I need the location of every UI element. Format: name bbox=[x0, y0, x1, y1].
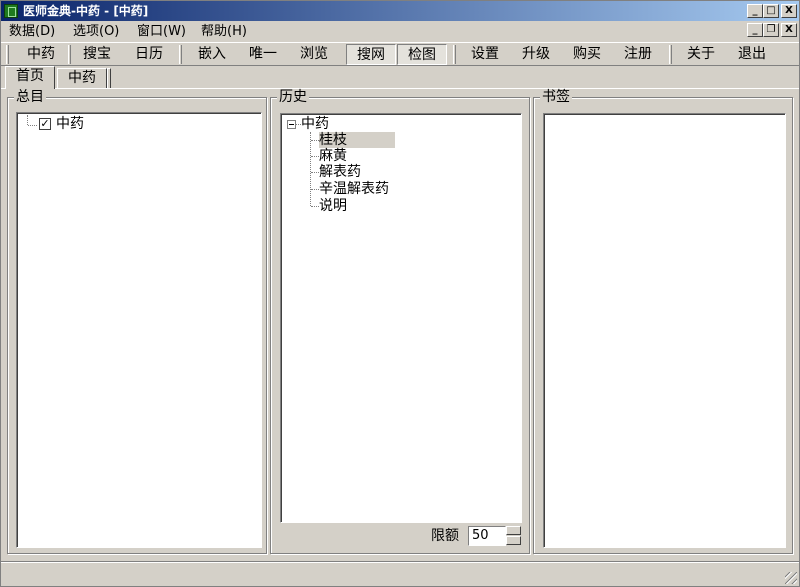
toolbar-grip[interactable] bbox=[453, 45, 456, 64]
history-item[interactable]: 解表药 bbox=[319, 164, 361, 180]
menu-data[interactable]: 数据(D) bbox=[9, 23, 55, 41]
spin-up-icon[interactable] bbox=[506, 526, 521, 535]
toolbar-grip[interactable] bbox=[179, 45, 182, 64]
tree-line bbox=[311, 206, 319, 207]
history-item[interactable]: 桂枝 bbox=[319, 132, 395, 148]
spin-down-icon[interactable] bbox=[506, 536, 521, 545]
toolbar-grip[interactable] bbox=[669, 45, 672, 64]
resize-grip-icon[interactable] bbox=[785, 572, 797, 584]
catalog-panel: 总目 ✓ 中药 bbox=[7, 89, 267, 554]
app-icon[interactable] bbox=[4, 4, 18, 18]
tree-line bbox=[310, 132, 311, 206]
title-bar[interactable]: 医师金典-中药 - [中药] _ □ X bbox=[1, 1, 799, 21]
bookmarks-list[interactable] bbox=[543, 113, 786, 548]
history-limit-label: 限额 bbox=[431, 528, 459, 544]
menu-options[interactable]: 选项(O) bbox=[73, 23, 119, 41]
history-item[interactable]: 说明 bbox=[319, 198, 347, 214]
tool-exit-button[interactable]: 退出 bbox=[730, 44, 774, 65]
history-root-label[interactable]: 中药 bbox=[301, 116, 329, 132]
bookmarks-panel: 书签 bbox=[533, 89, 793, 554]
tree-line bbox=[311, 189, 319, 190]
mdi-close-button[interactable]: X bbox=[781, 23, 797, 37]
catalog-tree[interactable]: ✓ 中药 bbox=[16, 112, 262, 548]
tool-about-button[interactable]: 关于 bbox=[679, 44, 723, 65]
tool-search-treasure-button[interactable]: 搜宝 bbox=[75, 44, 119, 65]
tool-embed-button[interactable]: 嵌入 bbox=[190, 44, 234, 65]
tree-line bbox=[311, 140, 319, 141]
history-panel: 历史 中药 桂枝 麻黄 解表药 辛温解表药 说明 限额 50 bbox=[270, 89, 530, 554]
catalog-panel-title: 总目 bbox=[14, 89, 46, 105]
tree-line bbox=[311, 172, 319, 173]
minimize-button[interactable]: _ bbox=[747, 4, 763, 18]
menu-window[interactable]: 窗口(W) bbox=[137, 23, 186, 41]
history-tree[interactable]: 中药 桂枝 麻黄 解表药 辛温解表药 说明 bbox=[280, 113, 522, 523]
tool-herbs-button[interactable]: 中药 bbox=[19, 44, 63, 65]
tool-settings-button[interactable]: 设置 bbox=[463, 44, 507, 65]
status-bar bbox=[1, 561, 799, 586]
tool-web-search-button[interactable]: 搜网 bbox=[346, 44, 396, 65]
tree-line bbox=[28, 125, 37, 126]
catalog-herbs-checkbox[interactable]: ✓ bbox=[39, 118, 51, 130]
toolbar-grip[interactable] bbox=[6, 45, 9, 64]
tool-calendar-button[interactable]: 日历 bbox=[127, 44, 171, 65]
history-item[interactable]: 辛温解表药 bbox=[319, 181, 389, 197]
tool-browse-button[interactable]: 浏览 bbox=[292, 44, 336, 65]
tab-strip: 首页 中药 bbox=[1, 66, 799, 89]
menu-bar: 数据(D) 选项(O) 窗口(W) 帮助(H) _ ❐ X bbox=[1, 21, 799, 42]
tree-line bbox=[311, 156, 319, 157]
history-panel-title: 历史 bbox=[277, 89, 309, 105]
collapse-icon[interactable] bbox=[287, 120, 296, 129]
close-button[interactable]: X bbox=[781, 4, 797, 18]
history-item[interactable]: 麻黄 bbox=[319, 148, 347, 164]
mdi-minimize-button[interactable]: _ bbox=[747, 23, 763, 37]
tab-divider bbox=[1, 88, 799, 89]
main-window: 医师金典-中药 - [中药] _ □ X 数据(D) 选项(O) 窗口(W) 帮… bbox=[0, 0, 800, 587]
tab-herbs[interactable]: 中药 bbox=[57, 68, 107, 88]
window-title: 医师金典-中药 - [中药] bbox=[23, 4, 149, 18]
menu-help[interactable]: 帮助(H) bbox=[201, 23, 247, 41]
catalog-root-label[interactable]: 中药 bbox=[56, 116, 84, 132]
tool-unique-button[interactable]: 唯一 bbox=[241, 44, 285, 65]
tab-home[interactable]: 首页 bbox=[5, 66, 55, 89]
tab-overflow bbox=[107, 68, 111, 88]
toolbar: 中药 搜宝 日历 嵌入 唯一 浏览 搜网 检图 设置 升级 购买 注册 关于 退… bbox=[1, 42, 799, 66]
tool-image-search-button[interactable]: 检图 bbox=[397, 44, 447, 65]
bookmarks-panel-title: 书签 bbox=[540, 89, 572, 105]
toolbar-separator bbox=[68, 45, 71, 64]
tool-upgrade-button[interactable]: 升级 bbox=[514, 44, 558, 65]
maximize-button[interactable]: □ bbox=[763, 4, 779, 18]
tool-register-button[interactable]: 注册 bbox=[616, 44, 660, 65]
history-limit-input[interactable]: 50 bbox=[468, 526, 506, 546]
mdi-restore-button[interactable]: ❐ bbox=[763, 23, 779, 37]
tree-line bbox=[27, 115, 28, 125]
tool-buy-button[interactable]: 购买 bbox=[565, 44, 609, 65]
